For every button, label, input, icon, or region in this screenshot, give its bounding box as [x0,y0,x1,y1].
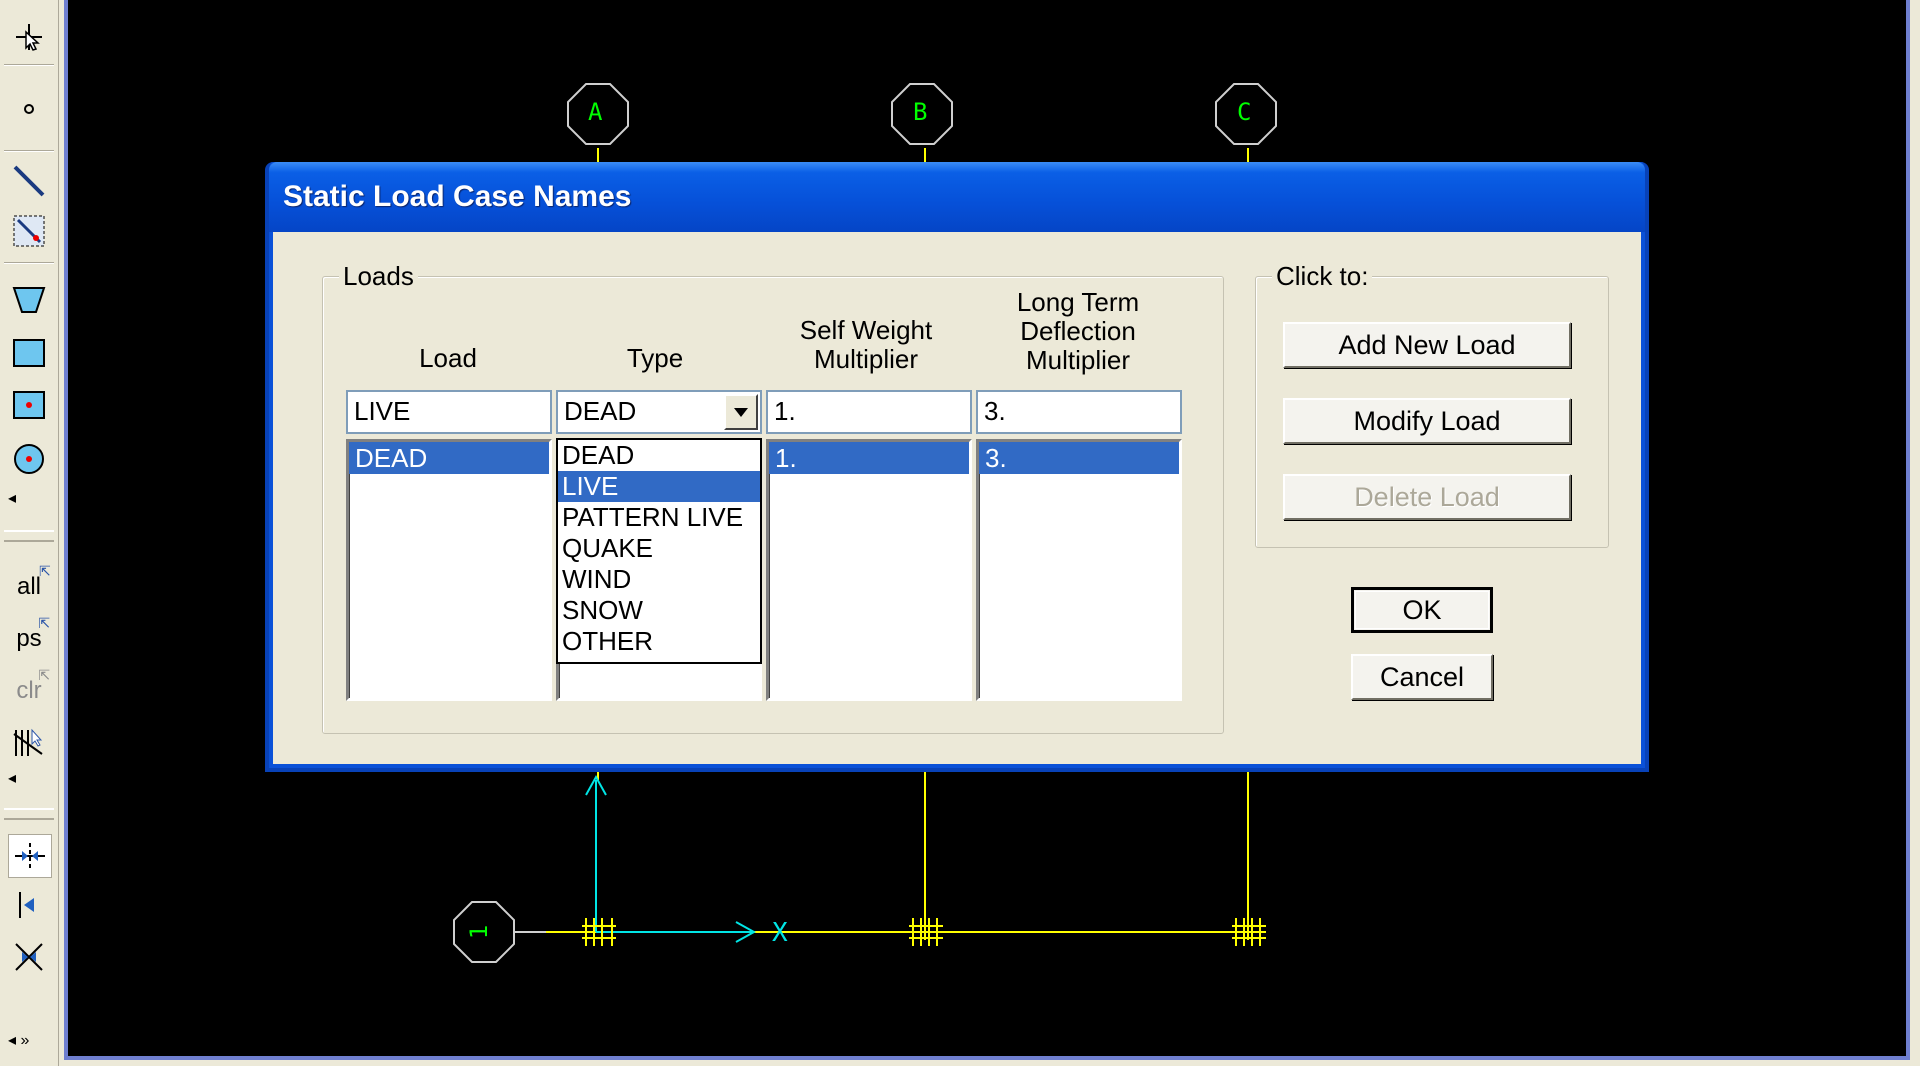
draw-point-icon[interactable] [8,88,50,130]
load-name-list[interactable]: DEAD [346,439,552,701]
dropdown-option-pattern-live[interactable]: PATTERN LIVE [558,502,760,533]
left-toolbar: ◂ all ⇱ ps ⇱ clr ⇱ ◂ ◂ » [0,0,59,1066]
quick-draw-area-icon[interactable] [8,384,50,426]
grid-bubble-a-label: A [588,98,603,126]
snap-to-ends-icon[interactable] [8,884,50,926]
modify-load-button[interactable]: Modify Load [1283,398,1571,444]
dropdown-option-quake[interactable]: QUAKE [558,533,760,564]
dialog-body: Loads Load Type Self Weight Multiplier L… [273,232,1641,764]
chevron-down-icon [734,407,748,417]
select-all-button[interactable]: all ⇱ [8,563,51,608]
add-new-load-button[interactable]: Add New Load [1283,322,1571,368]
cancel-button[interactable]: Cancel [1351,654,1493,700]
snap-to-intersections-icon[interactable] [8,936,50,978]
dropdown-option-snow[interactable]: SNOW [558,595,760,626]
draw-line-icon[interactable] [8,160,50,202]
self-weight-header-line1: Self Weight [799,315,933,345]
snap-to-points-icon[interactable] [8,834,52,878]
grid-bubble-1-label: 1 [465,924,494,940]
select-all-label: all [16,573,41,600]
expand-arrow-icon[interactable]: ◂ [8,488,16,508]
clear-selection-button[interactable]: clr ⇱ [8,667,50,712]
load-type-select[interactable]: DEAD [556,390,762,434]
click-to-group-label: Click to: [1272,261,1373,292]
long-term-multiplier-input[interactable]: 3. [976,390,1182,434]
grid-bubble-b-label: B [913,98,928,126]
static-load-case-names-dialog: Static Load Case Names Loads Load Type S… [265,162,1649,772]
self-weight-header-line2: Multiplier [813,344,919,374]
draw-rectangle-icon[interactable] [8,332,50,374]
ok-button[interactable]: OK [1351,587,1493,633]
dropdown-option-wind[interactable]: WIND [558,564,760,595]
draw-circle-icon[interactable] [8,438,50,480]
load-type-dropdown-list[interactable]: DEAD LIVE PATTERN LIVE QUAKE WIND SNOW O… [556,438,762,664]
self-weight-list[interactable]: 1. [766,439,972,701]
list-item[interactable]: 1. [769,442,969,474]
expand-arrow-icon[interactable]: ◂ [8,768,16,788]
load-name-input[interactable]: LIVE [346,390,552,434]
previous-selection-button[interactable]: ps ⇱ [8,615,50,660]
type-column-header: Type [626,343,684,373]
dropdown-option-dead[interactable]: DEAD [558,440,760,471]
intersecting-line-select-icon[interactable] [8,722,50,764]
self-weight-multiplier-input[interactable]: 1. [766,390,972,434]
long-term-list[interactable]: 3. [976,439,1182,701]
load-type-value: DEAD [564,396,637,426]
draw-area-icon[interactable] [8,278,50,320]
loads-group-label: Loads [339,261,418,292]
long-term-header-line1: Long Term [1016,287,1140,317]
load-column-header: Load [419,343,477,373]
long-term-header-line2: Deflection [1020,316,1136,346]
long-term-column-header: Long Term Deflection Multiplier [975,288,1181,375]
list-item[interactable]: 3. [979,442,1179,474]
dropdown-option-other[interactable]: OTHER [558,626,760,657]
x-axis-label: X [772,918,788,948]
quick-draw-line-icon[interactable] [8,210,50,252]
dialog-title-bar[interactable]: Static Load Case Names [269,162,1645,232]
long-term-header-line3: Multiplier [1025,345,1131,375]
more-tools-icon[interactable]: ◂ » [8,1030,29,1050]
grid-bubble-c-label: C [1237,98,1252,126]
list-item[interactable]: DEAD [349,442,549,474]
self-weight-column-header: Self Weight Multiplier [763,316,969,374]
load-type-dropdown-button[interactable] [724,394,758,430]
delete-load-button[interactable]: Delete Load [1283,474,1571,520]
dialog-title: Static Load Case Names [283,180,632,213]
pointer-select-icon[interactable] [8,16,50,58]
dropdown-option-live[interactable]: LIVE [558,471,760,502]
